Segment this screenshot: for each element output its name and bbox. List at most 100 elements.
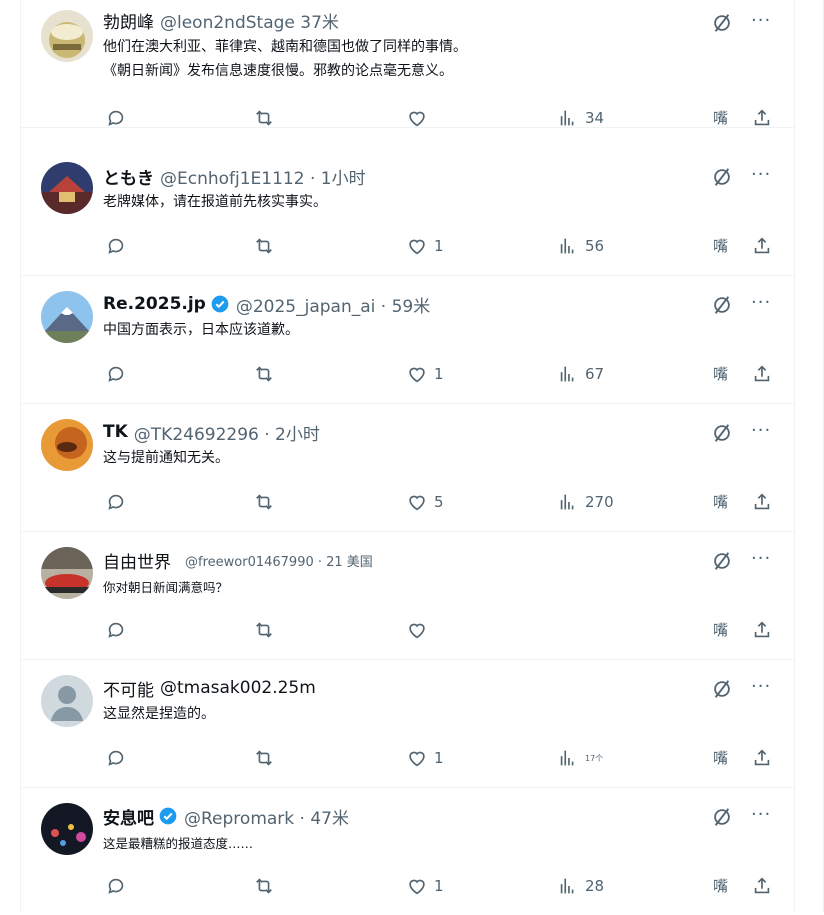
handle-time[interactable]: @2025_japan_ai · 59米	[236, 292, 430, 317]
display-name[interactable]: 安息吧	[103, 804, 154, 829]
display-name[interactable]: ともき	[103, 164, 154, 189]
like-button[interactable]: 1	[406, 747, 444, 769]
tweet-text: 你对朝日新闻满意吗？	[103, 576, 228, 600]
tweet[interactable]: TK @TK24692296 · 2小时 这与提前通知无关。 ··· 5 270…	[21, 404, 794, 532]
share-button[interactable]	[751, 363, 773, 389]
display-name[interactable]: 勃朗峰	[103, 8, 154, 33]
tweet[interactable]: ともき @Ecnhofj1E1112 · 1小时 老牌媒体，请在报道前先核实事实…	[21, 148, 794, 276]
heart-icon	[409, 623, 425, 639]
like-button[interactable]	[406, 619, 434, 641]
grok-icon[interactable]	[711, 550, 733, 572]
handle-time[interactable]: @leon2ndStage 37米	[160, 8, 339, 33]
more-icon[interactable]: ···	[751, 420, 771, 441]
handle-time[interactable]: @tmasak002.25m	[160, 678, 316, 698]
reply-button[interactable]	[105, 619, 127, 641]
avatar[interactable]	[41, 291, 93, 343]
grok-icon[interactable]	[711, 422, 733, 444]
tweet-line: 你对朝日新闻满意吗？	[103, 580, 229, 595]
mute-button[interactable]: 嘴	[713, 107, 728, 128]
verified-badge-icon	[211, 295, 229, 313]
views-button[interactable]: 56	[557, 235, 604, 257]
retweet-button[interactable]	[253, 619, 275, 641]
display-name[interactable]: TK	[103, 422, 128, 442]
reply-button[interactable]	[105, 363, 127, 385]
avatar[interactable]	[41, 547, 93, 599]
tweet[interactable]: 不可能 @tmasak002.25m 这显然是捏造的。 ··· 1 17个 嘴	[21, 660, 794, 788]
tweet-line: 这与提前通知无关。	[103, 450, 229, 466]
reply-button[interactable]	[105, 875, 127, 897]
views-icon	[560, 878, 574, 894]
grok-icon[interactable]	[711, 12, 733, 34]
retweet-button[interactable]	[253, 363, 275, 385]
retweet-icon	[256, 238, 272, 254]
like-button[interactable]	[406, 107, 434, 129]
grok-icon[interactable]	[711, 294, 733, 316]
grok-icon[interactable]	[711, 166, 733, 188]
mute-button[interactable]: 嘴	[713, 747, 728, 768]
tweet[interactable]: 自由世界 @freewor01467990 · 21 美国 你对朝日新闻满意吗？…	[21, 532, 794, 660]
views-button[interactable]: 270	[557, 491, 614, 513]
tweet-line: 这是最糟糕的报道态度……	[103, 836, 254, 851]
tweet-text: 老牌媒体，请在报道前先核实事实。	[103, 190, 327, 214]
retweet-button[interactable]	[253, 235, 275, 257]
reply-button[interactable]	[105, 491, 127, 513]
views-button[interactable]: 17个	[557, 747, 603, 769]
share-button[interactable]	[751, 235, 773, 261]
share-button[interactable]	[751, 875, 773, 901]
view-count: 56	[585, 237, 605, 255]
more-icon[interactable]: ···	[751, 10, 771, 31]
verified-badge-icon	[159, 807, 177, 825]
tweet-text: 他们在澳大利亚、菲律宾、越南和德国也做了同样的事情。 《朝日新闻》发布信息速度很…	[103, 35, 467, 83]
display-name[interactable]: Re.2025.jp	[103, 294, 206, 314]
avatar[interactable]	[41, 162, 93, 214]
more-icon[interactable]: ···	[751, 548, 771, 569]
reply-button[interactable]	[105, 107, 127, 129]
share-button[interactable]	[751, 107, 773, 133]
mute-button[interactable]: 嘴	[713, 491, 728, 512]
heart-icon	[409, 495, 425, 511]
grok-icon[interactable]	[711, 678, 733, 700]
handle-time[interactable]: @Repromark · 47米	[184, 804, 349, 829]
views-button[interactable]: 67	[557, 363, 604, 385]
mute-button[interactable]: 嘴	[713, 875, 728, 896]
avatar[interactable]	[41, 675, 93, 727]
retweet-button[interactable]	[253, 107, 275, 129]
tweet[interactable]: 勃朗峰 @leon2ndStage 37米 他们在澳大利亚、菲律宾、越南和德国也…	[21, 0, 794, 128]
retweet-button[interactable]	[253, 491, 275, 513]
mute-button[interactable]: 嘴	[713, 235, 728, 256]
share-button[interactable]	[751, 747, 773, 773]
grok-icon[interactable]	[711, 806, 733, 828]
more-icon[interactable]: ···	[751, 292, 771, 313]
avatar[interactable]	[41, 10, 93, 62]
reply-button[interactable]	[105, 747, 127, 769]
handle-time[interactable]: @Ecnhofj1E1112 · 1小时	[160, 164, 366, 189]
tweet[interactable]: 安息吧 @Repromark · 47米 这是最糟糕的报道态度…… ··· 1 …	[21, 788, 794, 915]
like-count: 1	[434, 237, 444, 255]
display-name[interactable]: 自由世界	[103, 548, 171, 573]
more-icon[interactable]: ···	[751, 164, 771, 185]
avatar[interactable]	[41, 803, 93, 855]
reply-button[interactable]	[105, 235, 127, 257]
handle-time[interactable]: @freewor01467990 · 21 美国	[185, 551, 373, 570]
views-button[interactable]: 34	[557, 107, 604, 129]
reply-icon	[108, 110, 124, 126]
like-button[interactable]: 1	[406, 363, 444, 385]
retweet-icon	[256, 366, 272, 382]
mute-button[interactable]: 嘴	[713, 619, 728, 640]
avatar[interactable]	[41, 419, 93, 471]
views-button[interactable]: 28	[557, 875, 604, 897]
display-name[interactable]: 不可能	[103, 676, 154, 701]
more-icon[interactable]: ···	[751, 804, 771, 825]
more-icon[interactable]: ···	[751, 676, 771, 697]
retweet-button[interactable]	[253, 747, 275, 769]
like-button[interactable]: 1	[406, 875, 444, 897]
reply-icon	[108, 238, 124, 254]
share-button[interactable]	[751, 619, 773, 645]
handle-time[interactable]: @TK24692296 · 2小时	[134, 420, 320, 445]
mute-button[interactable]: 嘴	[713, 363, 728, 384]
retweet-button[interactable]	[253, 875, 275, 897]
like-button[interactable]: 1	[406, 235, 444, 257]
tweet[interactable]: Re.2025.jp @2025_japan_ai · 59米 中国方面表示，日…	[21, 276, 794, 404]
share-button[interactable]	[751, 491, 773, 517]
like-button[interactable]: 5	[406, 491, 444, 513]
